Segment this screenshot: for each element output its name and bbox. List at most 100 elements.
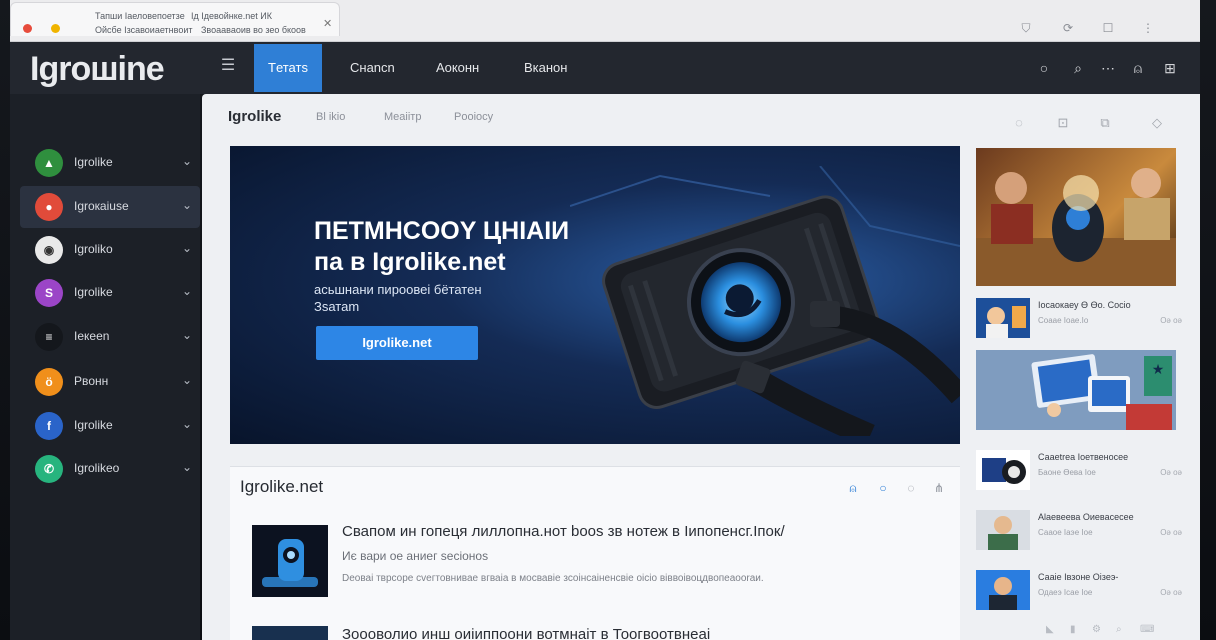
side-news-meta: Оә оә — [1160, 528, 1182, 537]
browser-tab-strip: Тапши Iаеловепоетзе Iд Ідевойнке.net ИК … — [10, 0, 1200, 42]
side-news-item-1[interactable]: Iосаокаеу Ө Өо. Сосіо Соаае Іоаe.Iо Оә о… — [976, 298, 1186, 342]
side-news-item-4[interactable]: Сааіе Івзоне Оізеэ- Одаеэ Ісае Ioe Оә оә — [976, 570, 1186, 614]
site-logo[interactable]: Igroшine — [30, 50, 165, 89]
hero-sub-line2: Зsатаm — [314, 299, 360, 314]
nav-tab-1[interactable]: Tетатs — [254, 44, 322, 92]
tab-text-1: Тапши Iаеловепоетзе — [95, 11, 185, 21]
side-news-sub: Баоне Өева Ioe — [1038, 468, 1096, 477]
nav-tab-2[interactable]: Cнancn — [336, 44, 409, 92]
browser-tab[interactable]: Тапши Iаеловепоетзе Iд Ідевойнке.net ИК … — [10, 2, 340, 36]
chevron-down-icon: ⌄ — [181, 328, 192, 342]
side-news-sub: Соаае Іоаe.Iо — [1038, 316, 1089, 325]
subnav-title[interactable]: Igrolike — [228, 108, 281, 125]
side-news-title: Сааіе Івзоне Оізеэ- — [1038, 572, 1119, 582]
hero-sub-line1: асьшнани пироовеі бётатен — [314, 282, 482, 297]
circle-icon[interactable]: ○ — [1034, 58, 1054, 78]
sidebar: ▲ Igrolike ⌄ ● Igroкaiuse ⌄ ◉ Igrolikо ⌄… — [10, 94, 200, 640]
next-article-row[interactable]: Зоооволио инш оиіиппоони вотмнаіт в Тоог… — [230, 622, 960, 640]
menu-icon[interactable]: ⋮ — [1140, 20, 1156, 36]
subnav-link-2[interactable]: Meaiiтp — [384, 111, 421, 123]
screen: Тапши Iаеловепоетзе Iд Ідевойнке.net ИК … — [0, 0, 1216, 640]
sidebar-item-label: Iекееn — [74, 329, 110, 343]
site-header: Igroшine ☰ Tетатs Cнancn Aoкoнн Bканон ○… — [10, 42, 1200, 94]
comment-icon[interactable]: ◌ — [902, 479, 920, 497]
sidebar-item-label: Igroкaiuse — [74, 199, 129, 213]
keyboard-icon[interactable]: ⌨ — [1140, 624, 1154, 635]
more-icon[interactable]: ⋯ — [1098, 58, 1118, 78]
article-description: Dеоваі тврсорe сvегтовниваe вгваіа в мос… — [342, 573, 764, 584]
sidebar-item-1[interactable]: ▲ Igrolike ⌄ — [20, 142, 200, 184]
subnav-link-1[interactable]: Bl ikio — [316, 111, 345, 123]
tab-favicon-icon — [51, 24, 60, 33]
settings-icon[interactable]: ⚙ — [1092, 624, 1101, 635]
side-news-title: Iосаокаеу Ө Өо. Сосіо — [1038, 300, 1131, 310]
sidebar-item-3[interactable]: ◉ Igrolikо ⌄ — [20, 229, 200, 271]
side-news-meta: Оә оә — [1160, 588, 1182, 597]
refresh-icon[interactable]: ⟳ — [1060, 20, 1076, 36]
close-window-dot[interactable] — [23, 24, 32, 33]
game-icon: ▲ — [35, 149, 63, 177]
share-icon[interactable]: ⋔ — [930, 479, 948, 497]
sidebar-item-label: Рвoнн — [74, 374, 109, 388]
nav-tab-3[interactable]: Aoкoнн — [422, 44, 493, 92]
sidebar-item-4[interactable]: S Igrolike ⌄ — [20, 272, 200, 314]
sidebar-item-7[interactable]: f Igrolike ⌄ — [20, 405, 200, 447]
circle-icon[interactable]: ○ — [874, 479, 892, 497]
side-news-title: Сааеtrеа Іоетвеносее — [1038, 452, 1129, 462]
user-icon[interactable]: ⍝ — [1128, 58, 1148, 78]
bookmark-icon[interactable]: ☐ — [1100, 20, 1116, 36]
article-image[interactable] — [252, 525, 328, 597]
news-image — [976, 298, 1030, 338]
sidebar-item-8[interactable]: ✆ Igrolikeo ⌄ — [20, 448, 200, 490]
hero-banner[interactable]: ПETMHCOOY ЦНIАIИ па в Igrolike.net асьшн… — [230, 146, 960, 444]
facebook-icon: f — [35, 412, 63, 440]
article-subtitle: Иє вари ое аниег ѕесіоноѕ — [342, 549, 489, 563]
search-icon[interactable]: ⌕ — [1116, 624, 1122, 635]
hero-title: ПETMHCOOY ЦНIАIИ па в Igrolike.net — [314, 216, 569, 278]
hamburger-icon[interactable]: ☰ — [218, 56, 238, 76]
nav-tab-4[interactable]: Bканон — [510, 44, 581, 92]
side-news-item-2[interactable]: Сааеtrеа Іоетвеносее Баоне Өева Ioe Оә о… — [976, 450, 1186, 494]
network-icon[interactable]: ◣ — [1046, 624, 1054, 635]
side-news-meta: Оә оә — [1160, 468, 1182, 477]
main-content: Igrolike Bl ikio Meaiiтp Pooiocу ◌ ⊡ ⧉ ◇ — [202, 94, 1200, 640]
gallery-icon[interactable]: ⧉ — [1096, 114, 1114, 132]
next-article-image — [252, 626, 328, 640]
user-icon[interactable]: ⍝ — [844, 479, 862, 497]
volume-icon[interactable]: ▮ — [1070, 624, 1076, 635]
article-title[interactable]: Свапом ин гопеця лиллопна.нот boos зв но… — [342, 523, 785, 540]
tab-text-4: Звоааваоив во зео бкоов — [201, 25, 306, 35]
sidebar-item-label: Igrolikeo — [74, 461, 120, 475]
record-icon: ● — [35, 193, 63, 221]
news-image — [976, 570, 1030, 610]
hero-subtitle: асьшнани пироовеі бётатен Зsатаm — [314, 281, 482, 315]
article-card: Igrolike.net ⍝ ○ ◌ ⋔ Свапом ин гопеця ли… — [230, 466, 960, 640]
console-device-image — [570, 166, 960, 436]
svg-text:★: ★ — [1152, 362, 1165, 378]
news-thumbnail-1[interactable] — [976, 148, 1176, 286]
list-icon: ≡ — [35, 323, 63, 351]
bag-icon[interactable]: ⊡ — [1054, 114, 1072, 132]
sidebar-item-label: Igrolike — [74, 155, 113, 169]
sidebar-item-label: Igrolike — [74, 418, 113, 432]
compass-icon[interactable]: ◇ — [1148, 114, 1166, 132]
grid-icon[interactable]: ⊞ — [1160, 58, 1180, 78]
chat-icon[interactable]: ◌ — [1010, 114, 1028, 132]
chevron-down-icon: ⌄ — [181, 241, 192, 255]
chevron-down-icon: ⌄ — [181, 373, 192, 387]
close-icon[interactable]: ✕ — [323, 17, 332, 30]
target-icon: ◉ — [35, 236, 63, 264]
news-thumbnail-2[interactable]: ★ — [976, 350, 1176, 430]
chevron-down-icon: ⌄ — [181, 284, 192, 298]
shield-icon[interactable]: ⛉ — [1018, 20, 1034, 36]
sidebar-item-2[interactable]: ● Igroкaiuse ⌄ — [20, 186, 200, 228]
sidebar-item-6[interactable]: ö Рвoнн ⌄ — [20, 361, 200, 403]
search-icon[interactable]: ⌕ — [1068, 58, 1088, 78]
hero-cta-button[interactable]: Igrolike.net — [316, 326, 478, 360]
sidebar-item-label: Igrolikо — [74, 242, 113, 256]
chevron-down-icon: ⌄ — [181, 460, 192, 474]
side-news-item-3[interactable]: Аlаевеева Оиевасесее Сааое Іаэе Ioe Оә о… — [976, 510, 1186, 554]
subnav-link-3[interactable]: Pooiocу — [454, 111, 493, 123]
tab-text-3: Ойсбе Ізсавоиаетнвоит — [95, 25, 193, 35]
sidebar-item-5[interactable]: ≡ Iекееn ⌄ — [20, 316, 200, 358]
